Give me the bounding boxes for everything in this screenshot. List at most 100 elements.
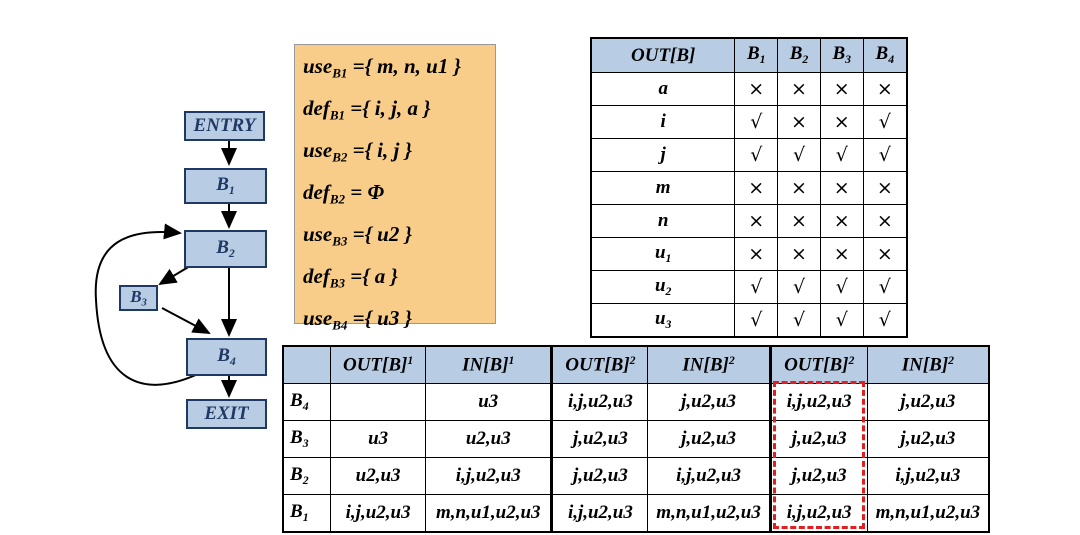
- use-def-block: B1: [329, 107, 346, 123]
- iter-cell: j,u2,u3: [550, 420, 649, 458]
- iter-cell: i,j,u2,u3: [866, 457, 990, 495]
- cross-mark: ×: [819, 204, 864, 238]
- node-b4: B4: [186, 338, 267, 376]
- cross-mark: ×: [734, 204, 779, 238]
- cross-mark: ×: [777, 237, 821, 271]
- iter-cell: [330, 383, 427, 421]
- use-def-kind: def: [303, 180, 330, 205]
- hdr-sup: 1: [508, 353, 515, 367]
- check-mark: √: [734, 105, 779, 139]
- iter-cell: j,u2,u3: [866, 420, 990, 458]
- blk-sub: 3: [302, 437, 309, 451]
- use-def-block: B2: [332, 149, 348, 165]
- cross-mark: ×: [819, 171, 864, 205]
- blk-sub: 1: [302, 511, 309, 525]
- iter-cell: u3: [330, 420, 427, 458]
- iter-cell: i,j,u2,u3: [550, 383, 649, 421]
- use-def-row: useB4 ={ u3 }: [303, 301, 495, 343]
- check-mark: √: [777, 303, 821, 338]
- blk-base: B: [290, 389, 303, 411]
- use-def-block: B4: [332, 317, 348, 333]
- out-row: u2 √ √ √ √: [590, 270, 908, 304]
- hdr-base: IN[B]: [901, 354, 949, 376]
- var-base: n: [657, 210, 669, 231]
- iter-cell: j,u2,u3: [768, 457, 868, 495]
- blk-sub: 4: [302, 400, 309, 414]
- node-b1-label: B1: [216, 173, 235, 198]
- out-row-var: i: [590, 105, 736, 139]
- use-def-block: B3: [329, 275, 346, 291]
- check-mark: √: [862, 303, 908, 338]
- node-b1: B1: [184, 168, 267, 204]
- out-row-var: u1: [590, 237, 736, 271]
- iter-row: B2 u2,u3 i,j,u2,u3 j,u2,u3 i,j,u2,u3 j,u2,u3 i…: [282, 457, 990, 495]
- check-mark: √: [819, 303, 864, 338]
- use-def-row: useB1 ={ m, n, u1 }: [303, 49, 495, 91]
- var-base: m: [655, 177, 671, 198]
- iter-cell: j,u2,u3: [866, 383, 990, 421]
- check-mark: √: [862, 105, 908, 139]
- use-def-block: B3: [332, 233, 348, 249]
- use-def-block: B2: [329, 191, 346, 207]
- iter-cell: m,n,u1,u2,u3: [866, 494, 990, 533]
- blk-base: B: [290, 500, 303, 522]
- var-sub: 2: [665, 285, 672, 299]
- var-base: i: [660, 111, 666, 132]
- node-b2-label: B2: [216, 236, 235, 261]
- iter-header-cell: OUT[B]2: [550, 345, 649, 384]
- check-mark: √: [734, 270, 779, 304]
- use-def-set: ={ u3 }: [347, 306, 412, 331]
- cross-mark: ×: [734, 237, 779, 271]
- iter-cell: i,j,u2,u3: [425, 457, 553, 495]
- out-header-block: B3: [819, 37, 864, 73]
- block-sub: 4: [888, 53, 895, 67]
- check-mark: √: [734, 303, 779, 338]
- hdr-base: IN[B]: [682, 354, 729, 376]
- node-entry: ENTRY: [184, 111, 265, 141]
- out-row: m × × × ×: [590, 171, 908, 205]
- iter-row-block: B3: [282, 420, 332, 458]
- var-sub: 3: [665, 318, 672, 332]
- out-table: OUT[B] B1 B2 B3 B4 a × × × × i √ × × √ j √ √ √ √ m × × × × n × × × ×…: [590, 37, 908, 338]
- use-def-kind: def: [303, 264, 330, 289]
- out-row-var: u3: [590, 303, 736, 338]
- iter-cell: i,j,u2,u3: [768, 383, 868, 421]
- node-b3-label: B3: [130, 287, 147, 309]
- hdr-sup: 2: [848, 353, 855, 367]
- use-def-set: ={ i, j, a }: [345, 96, 431, 121]
- use-def-kind: use: [303, 306, 333, 331]
- flow-graph: ENTRY B1 B2 B3 B4 EXIT: [0, 0, 280, 535]
- iter-cell: u2,u3: [425, 420, 553, 458]
- iter-cell: m,n,u1,u2,u3: [425, 494, 553, 533]
- use-def-row: useB3 ={ u2 }: [303, 217, 495, 259]
- var-base: j: [660, 144, 666, 165]
- hdr-base: IN[B]: [462, 354, 509, 376]
- use-def-row: defB2 = Φ: [303, 175, 495, 217]
- out-row: u3 √ √ √ √: [590, 303, 908, 338]
- iter-cell: i,j,u2,u3: [330, 494, 427, 533]
- iter-cell: j,u2,u3: [768, 420, 868, 458]
- use-def-set: = Φ: [345, 180, 385, 205]
- iter-cell: j,u2,u3: [550, 457, 649, 495]
- iter-cell: j,u2,u3: [647, 420, 771, 458]
- hdr-sup: 2: [948, 353, 955, 367]
- iter-row: B4 u3 i,j,u2,u3 j,u2,u3 i,j,u2,u3 j,u2,u3: [282, 383, 990, 421]
- out-row: u1 × × × ×: [590, 237, 908, 271]
- use-def-row: useB2 ={ i, j }: [303, 133, 495, 175]
- use-def-set: ={ u2 }: [347, 222, 412, 247]
- iter-header-cell: IN[B]1: [425, 345, 553, 384]
- check-mark: √: [862, 270, 908, 304]
- var-base: a: [658, 78, 668, 99]
- hdr-base: OUT[B]: [784, 354, 849, 376]
- iter-row-block: B2: [282, 457, 332, 495]
- edge-b2-b3: [158, 265, 191, 286]
- block-sub: 1: [759, 53, 766, 67]
- out-header-block: B4: [862, 37, 908, 73]
- blk-sub: 2: [302, 474, 309, 488]
- iter-header-cell: IN[B]2: [866, 345, 990, 384]
- cross-mark: ×: [862, 72, 908, 106]
- iter-header-cell: IN[B]2: [647, 345, 771, 384]
- node-b2: B2: [184, 230, 267, 268]
- use-def-kind: use: [303, 138, 333, 163]
- var-base: u: [654, 274, 666, 296]
